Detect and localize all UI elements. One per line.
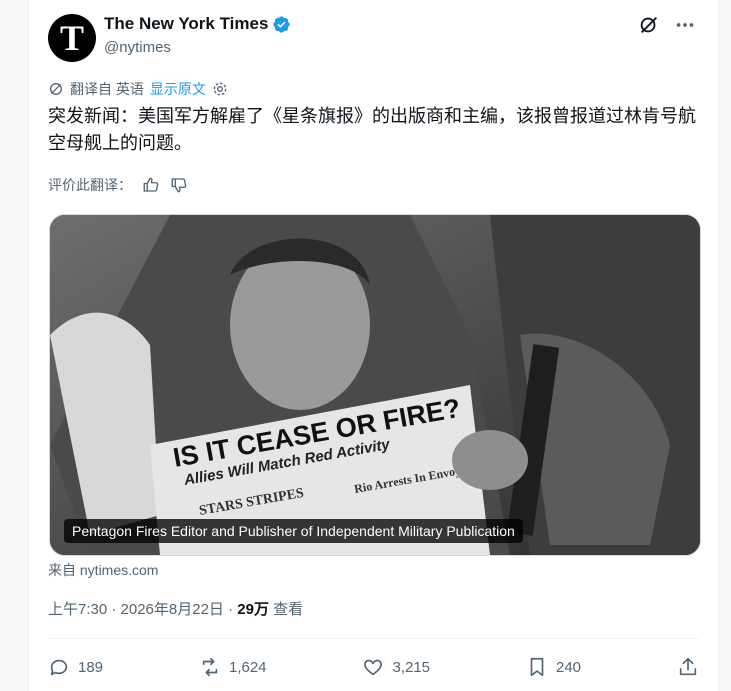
repost-count: 1,624: [228, 658, 267, 676]
tweet-text: 突发新闻：美国军方解雇了《星条旗报》的出版商和主编，该报曾报道过林肯号航空母舰上…: [48, 106, 696, 153]
top-actions: [638, 14, 696, 36]
view-label: 查看: [268, 601, 304, 618]
rate-translation-label: 评价此翻译：: [48, 177, 132, 193]
reply-button[interactable]: 189: [48, 656, 103, 678]
repost-button[interactable]: 1,624: [199, 656, 267, 678]
rate-translation: 评价此翻译：: [48, 175, 188, 195]
divider: [48, 638, 699, 639]
translate-icon: [50, 83, 62, 95]
tweet-meta: 上午7:30 · 2026年8月22日 · 29万 查看: [48, 598, 303, 619]
reply-count: 189: [78, 658, 104, 676]
bookmark-button[interactable]: 240: [526, 656, 581, 678]
author-name[interactable]: The New York Times: [104, 14, 268, 34]
newspaper-photo: IS IT CEASE OR FIRE? Allies Will Match R…: [50, 215, 700, 555]
thumbs-up-icon[interactable]: [142, 176, 160, 194]
settings-gear-icon[interactable]: [212, 81, 228, 97]
bookmark-icon: [530, 657, 544, 677]
tweet-timestamp[interactable]: 上午7:30 · 2026年8月22日 ·: [48, 601, 237, 618]
translation-label: 翻译自 英语: [70, 81, 144, 97]
bookmark-count: 240: [555, 658, 582, 676]
like-count: 3,215: [392, 658, 431, 676]
translation-bar: 翻译自 英语 显示原文: [48, 79, 228, 99]
grok-icon[interactable]: [638, 14, 660, 36]
repost-icon: [202, 657, 218, 677]
like-button[interactable]: 3,215: [362, 656, 430, 678]
share-button[interactable]: [677, 656, 699, 678]
author-handle[interactable]: @nytimes: [104, 39, 171, 56]
image-caption: Pentagon Fires Editor and Publisher of I…: [64, 519, 523, 543]
reply-icon: [50, 659, 68, 676]
link-source[interactable]: 来自 nytimes.com: [48, 560, 158, 580]
author-name-row[interactable]: The New York Times: [104, 14, 291, 34]
verified-badge-icon: [273, 15, 291, 33]
action-bar: 189 1,624 3,215 240: [48, 652, 699, 682]
thumbs-down-icon[interactable]: [170, 176, 188, 194]
view-count: 29万: [237, 601, 269, 618]
heart-icon: [364, 659, 383, 676]
article-image[interactable]: IS IT CEASE OR FIRE? Allies Will Match R…: [49, 214, 701, 556]
more-options-icon[interactable]: [674, 14, 696, 36]
avatar-letter: T: [59, 18, 84, 58]
tweet-card: T The New York Times @nytimes 翻译自 英语 显示原…: [28, 0, 719, 691]
avatar[interactable]: T: [48, 14, 96, 62]
show-original-link[interactable]: 显示原文: [150, 79, 206, 99]
share-icon: [679, 657, 697, 676]
